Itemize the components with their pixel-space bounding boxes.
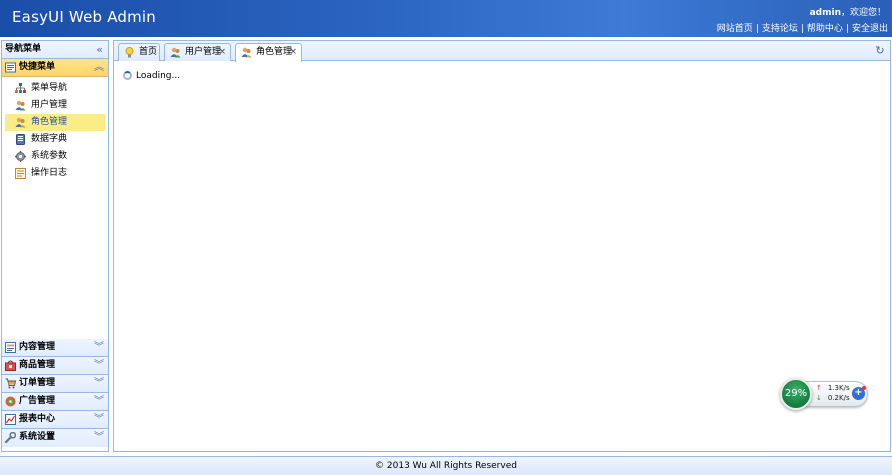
- tab-role-management[interactable]: 角色管理 ×: [235, 43, 302, 62]
- network-speed-widget[interactable]: 29% ↑ 1.3K/s ↓ 0.2K/s +: [780, 378, 870, 410]
- help-link[interactable]: 帮助中心: [807, 24, 843, 34]
- forum-link[interactable]: 支持论坛: [762, 24, 798, 34]
- home-link[interactable]: 网站首页: [717, 24, 753, 34]
- menu-item-user-management[interactable]: 用户管理: [5, 97, 105, 114]
- gear-icon: [15, 151, 26, 162]
- chevron-down-icon[interactable]: ︾: [94, 375, 104, 392]
- accordion-label: 商品管理: [19, 360, 56, 370]
- app-title: EasyUI Web Admin: [12, 8, 157, 26]
- link-separator: |: [800, 24, 804, 34]
- tab-label: 角色管理: [256, 47, 293, 57]
- menu-item-system-params[interactable]: 系统参数: [5, 148, 105, 165]
- database-icon: [16, 134, 25, 145]
- header-bar: EasyUI Web Admin admin，欢迎您！ 网站首页 | 支持论坛 | 帮助…: [0, 0, 892, 37]
- footer: © 2013 Wu All Rights Reserved: [0, 456, 892, 475]
- menu-item-label: 数据字典: [31, 134, 68, 144]
- chevron-down-icon[interactable]: ︾: [94, 357, 104, 374]
- arrow-down-icon: ↓: [816, 394, 822, 402]
- download-speed: ↓ 0.2K/s: [816, 394, 850, 402]
- spinner-icon: [123, 71, 132, 80]
- tab-user-management[interactable]: 用户管理 ×: [164, 43, 231, 61]
- menu-item-operation-log[interactable]: 操作日志: [5, 165, 105, 182]
- link-separator: |: [755, 24, 759, 34]
- quick-menu-list: 菜单导航 用户管理 角色管理 数据字典 系统参数 操作日志: [2, 77, 108, 343]
- chevron-down-icon[interactable]: ︾: [94, 411, 104, 428]
- chevron-down-icon[interactable]: ︾: [94, 429, 104, 446]
- menu-item-role-management[interactable]: 角色管理: [5, 114, 105, 131]
- accordion-content-management[interactable]: 内容管理 ︾: [2, 339, 108, 357]
- accordion-report-center[interactable]: 报表中心 ︾: [2, 411, 108, 429]
- users-icon: [170, 47, 181, 58]
- cart-icon: [5, 378, 16, 389]
- tab-home[interactable]: 首页: [118, 43, 160, 61]
- menu-icon: [5, 62, 16, 73]
- usage-percent[interactable]: 29%: [780, 378, 812, 410]
- collapse-left-icon[interactable]: «: [96, 41, 103, 58]
- accordion-system-settings[interactable]: 系统设置 ︾: [2, 429, 108, 447]
- main-panel: 首页 用户管理 × 角色管理 × ↻ Loading...: [113, 40, 891, 452]
- users-icon: [15, 100, 26, 111]
- accordion-label: 广告管理: [19, 396, 56, 406]
- accordion-label: 系统设置: [19, 432, 56, 442]
- copyright-text: © 2013 Wu All Rights Reserved: [375, 461, 517, 471]
- menu-item-data-dictionary[interactable]: 数据字典: [5, 131, 105, 148]
- menu-item-label: 菜单导航: [31, 83, 68, 93]
- content-icon: [5, 342, 16, 353]
- sitemap-icon: [15, 83, 26, 93]
- loading-indicator: Loading...: [123, 71, 180, 81]
- menu-item-label: 操作日志: [31, 168, 68, 178]
- welcome-text: admin，欢迎您！: [810, 5, 886, 18]
- arrow-up-icon: ↑: [816, 384, 822, 392]
- menu-item-label: 角色管理: [31, 117, 68, 127]
- nav-title-label: 导航菜单: [5, 44, 42, 54]
- loading-text: Loading...: [136, 71, 181, 81]
- link-separator: |: [845, 24, 849, 34]
- accordion-label: 内容管理: [19, 342, 56, 352]
- welcome-suffix: ，欢迎您！: [840, 8, 886, 18]
- tab-label: 用户管理: [185, 47, 222, 57]
- accordion-sections: 内容管理 ︾ 商品管理 ︾ 订单管理 ︾ 广告管理 ︾ 报表中心 ︾ 系统设置 …: [2, 339, 108, 447]
- accordion-quick-menu[interactable]: 快捷菜单 ︽: [2, 59, 108, 77]
- logout-link[interactable]: 安全退出: [852, 24, 888, 34]
- accordion-label: 订单管理: [19, 378, 56, 388]
- tab-label: 首页: [139, 47, 158, 57]
- menu-item-label: 系统参数: [31, 151, 68, 161]
- log-icon: [15, 168, 26, 179]
- download-value: 0.2K/s: [827, 394, 850, 402]
- accordion-label: 快捷菜单: [19, 62, 56, 72]
- chart-icon: [5, 414, 16, 425]
- accordion-goods-management[interactable]: 商品管理 ︾: [2, 357, 108, 375]
- tab-bar: 首页 用户管理 × 角色管理 × ↻: [114, 41, 890, 62]
- bulb-icon: [125, 47, 134, 58]
- close-icon[interactable]: ×: [218, 44, 226, 61]
- menu-item-menu-nav[interactable]: 菜单导航: [5, 80, 105, 97]
- username: admin: [809, 8, 841, 18]
- upload-value: 1.3K/s: [827, 384, 850, 392]
- plus-icon[interactable]: +: [852, 386, 866, 400]
- refresh-icon[interactable]: ↻: [873, 44, 887, 58]
- header-links: 网站首页 | 支持论坛 | 帮助中心 | 安全退出: [717, 21, 888, 34]
- wrench-icon: [5, 432, 16, 443]
- role-icon: [241, 47, 252, 58]
- nav-panel: 导航菜单 « 快捷菜单 ︽ 菜单导航 用户管理 角色管理 数据字典 系统参数 操…: [1, 40, 109, 452]
- menu-item-label: 用户管理: [31, 100, 68, 110]
- nav-title: 导航菜单 «: [2, 41, 108, 59]
- accordion-label: 报表中心: [19, 414, 56, 424]
- chevron-down-icon[interactable]: ︾: [94, 339, 104, 356]
- chevron-up-icon[interactable]: ︽: [94, 59, 104, 76]
- ad-icon: [5, 396, 16, 407]
- accordion-order-management[interactable]: 订单管理 ︾: [2, 375, 108, 393]
- role-icon: [15, 117, 26, 128]
- goods-icon: [5, 360, 16, 371]
- upload-speed: ↑ 1.3K/s: [816, 384, 850, 392]
- accordion-ad-management[interactable]: 广告管理 ︾: [2, 393, 108, 411]
- chevron-down-icon[interactable]: ︾: [94, 393, 104, 410]
- close-icon[interactable]: ×: [289, 44, 297, 61]
